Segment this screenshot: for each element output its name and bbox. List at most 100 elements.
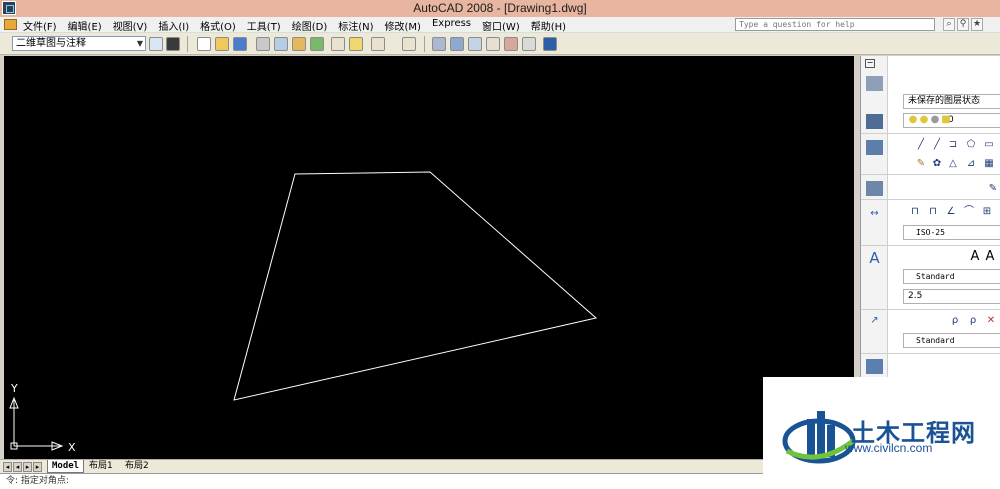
menu-express[interactable]: Express <box>431 18 472 33</box>
plot-preview-icon[interactable] <box>274 37 288 51</box>
dimension-style-select[interactable]: ISO-25 <box>903 225 1000 240</box>
open-file-icon[interactable] <box>215 37 229 51</box>
layer-properties-icon[interactable] <box>866 114 883 129</box>
line-tool-icon[interactable]: ╱ <box>915 139 927 151</box>
polygon-icon[interactable]: ⬠ <box>965 139 977 151</box>
command-line[interactable]: 令: 指定对角点: <box>0 473 860 489</box>
dimension-panel-icon[interactable]: ↔ <box>866 208 883 220</box>
pan-icon[interactable] <box>432 37 446 51</box>
radius-dim-icon[interactable]: ⌒ <box>963 206 975 218</box>
hatch-icon[interactable]: ✎ <box>915 158 927 170</box>
region-icon[interactable]: ✿ <box>931 158 943 170</box>
layer-color-icon: ■ <box>941 114 951 125</box>
watermark-url: www.civilcn.com <box>845 441 933 455</box>
calculator-icon[interactable] <box>522 37 536 51</box>
single-line-text-icon[interactable]: A <box>969 250 981 263</box>
polyline-icon[interactable]: ⊐ <box>947 139 959 151</box>
tab-model[interactable]: Model <box>47 460 85 473</box>
modify-panel-icon[interactable] <box>866 181 883 196</box>
multiline-text-icon[interactable]: A <box>984 250 996 263</box>
construction-line-icon[interactable]: ╱ <box>931 139 943 151</box>
cut-icon[interactable] <box>331 37 345 51</box>
text-height-input[interactable]: 2.5 <box>903 289 1000 304</box>
window-title: AutoCAD 2008 - [Drawing1.dwg] <box>413 1 587 15</box>
linear-dim-icon[interactable]: ⊓ <box>909 206 921 218</box>
draw-panel-icon[interactable] <box>866 140 883 155</box>
undo-icon[interactable] <box>371 37 385 51</box>
plot-icon[interactable] <box>256 37 270 51</box>
menu-insert[interactable]: 插入(I) <box>157 18 190 33</box>
aligned-dim-icon[interactable]: ⊓ <box>927 206 939 218</box>
first-tab-icon[interactable]: ◂ <box>3 462 12 472</box>
match-properties-icon[interactable] <box>349 37 363 51</box>
layout-tabs-bar: ◂ ◂ ▸ ▸ Model 布局1 布局2 <box>0 459 860 473</box>
save-icon[interactable] <box>233 37 247 51</box>
ucs-y-label: Y <box>10 382 18 395</box>
tool-palettes-icon[interactable] <box>486 37 500 51</box>
design-center-icon[interactable] <box>468 37 482 51</box>
menu-dimension[interactable]: 标注(N) <box>337 18 374 33</box>
array-icon[interactable]: ▦ <box>983 158 995 170</box>
menu-help[interactable]: 帮助(H) <box>530 18 567 33</box>
help-search-input[interactable] <box>735 18 935 31</box>
properties-icon[interactable] <box>450 37 464 51</box>
title-bar: AutoCAD 2008 - [Drawing1.dwg] <box>0 0 1000 17</box>
quick-dim-icon[interactable]: ⊞ <box>981 206 993 218</box>
text-panel-icon[interactable]: A <box>866 251 883 266</box>
workspace-toolbar-icon[interactable] <box>166 37 180 51</box>
prev-tab-icon[interactable]: ◂ <box>13 462 22 472</box>
publish-icon[interactable] <box>292 37 306 51</box>
angular-dim-icon[interactable]: ∠ <box>945 206 957 218</box>
add-leader-icon[interactable]: ρ <box>967 315 979 327</box>
remove-leader-icon[interactable]: ✕ <box>985 315 997 327</box>
menu-edit[interactable]: 编辑(E) <box>67 18 103 33</box>
panel-divider <box>861 309 1000 310</box>
search-icon[interactable]: ⌕ <box>943 18 955 31</box>
favorites-star-icon[interactable]: ★ <box>971 18 983 31</box>
next-tab-icon[interactable]: ▸ <box>23 462 32 472</box>
ucs-x-label: X <box>68 441 76 454</box>
rectangle-icon[interactable]: ▭ <box>983 139 995 151</box>
new-file-icon[interactable] <box>197 37 211 51</box>
multileader-icon[interactable]: ρ <box>949 315 961 327</box>
multileader-style-select[interactable]: Standard <box>903 333 1000 348</box>
tab-layout1[interactable]: 布局1 <box>85 460 117 473</box>
tab-layout2[interactable]: 布局2 <box>121 460 153 473</box>
text-style-select[interactable]: Standard <box>903 269 1000 284</box>
panel-divider <box>861 199 1000 200</box>
boundary-icon[interactable]: △ <box>947 158 959 170</box>
menu-items: 文件(F) 编辑(E) 视图(V) 插入(I) 格式(O) 工具(T) 绘图(D… <box>22 18 567 33</box>
layers-icon[interactable] <box>866 76 883 91</box>
workspace-select[interactable]: 二维草图与注释 ▼ <box>12 36 146 51</box>
quadrilateral-shape[interactable] <box>233 171 598 401</box>
layer-state-select[interactable]: 未保存的图层状态 <box>903 94 1000 109</box>
panel-divider <box>861 174 1000 175</box>
menu-window[interactable]: 窗口(W) <box>481 18 521 33</box>
chevron-down-icon: ▼ <box>136 39 143 48</box>
workspace-select-value: 二维草图与注释 <box>16 38 86 49</box>
communication-center-icon[interactable]: ⚲ <box>957 18 969 31</box>
menu-tools[interactable]: 工具(T) <box>246 18 282 33</box>
toolbar-divider <box>424 36 425 52</box>
table-tool-icon[interactable]: ⊿ <box>965 158 977 170</box>
sheet-set-icon[interactable] <box>504 37 518 51</box>
drawing-canvas[interactable]: Y X <box>4 56 854 459</box>
multileader-panel-icon[interactable]: ↗ <box>866 315 883 327</box>
help-icon[interactable] <box>543 37 557 51</box>
workspace-settings-icon[interactable] <box>149 37 163 51</box>
tables-panel-icon[interactable] <box>866 359 883 374</box>
collapse-icon[interactable]: − <box>865 59 875 68</box>
redo-icon[interactable] <box>402 37 416 51</box>
last-tab-icon[interactable]: ▸ <box>33 462 42 472</box>
menu-format[interactable]: 格式(O) <box>199 18 237 33</box>
menu-draw[interactable]: 绘图(D) <box>291 18 329 33</box>
drawing-svg: Y X <box>9 171 598 454</box>
menu-modify[interactable]: 修改(M) <box>384 18 422 33</box>
menu-view[interactable]: 视图(V) <box>112 18 149 33</box>
menu-file[interactable]: 文件(F) <box>22 18 58 33</box>
erase-tool-icon[interactable]: ✎ <box>987 183 999 195</box>
document-menu-icon[interactable] <box>4 19 17 30</box>
panel-divider <box>861 245 1000 246</box>
panel-divider <box>861 353 1000 354</box>
3d-dwf-icon[interactable] <box>310 37 324 51</box>
